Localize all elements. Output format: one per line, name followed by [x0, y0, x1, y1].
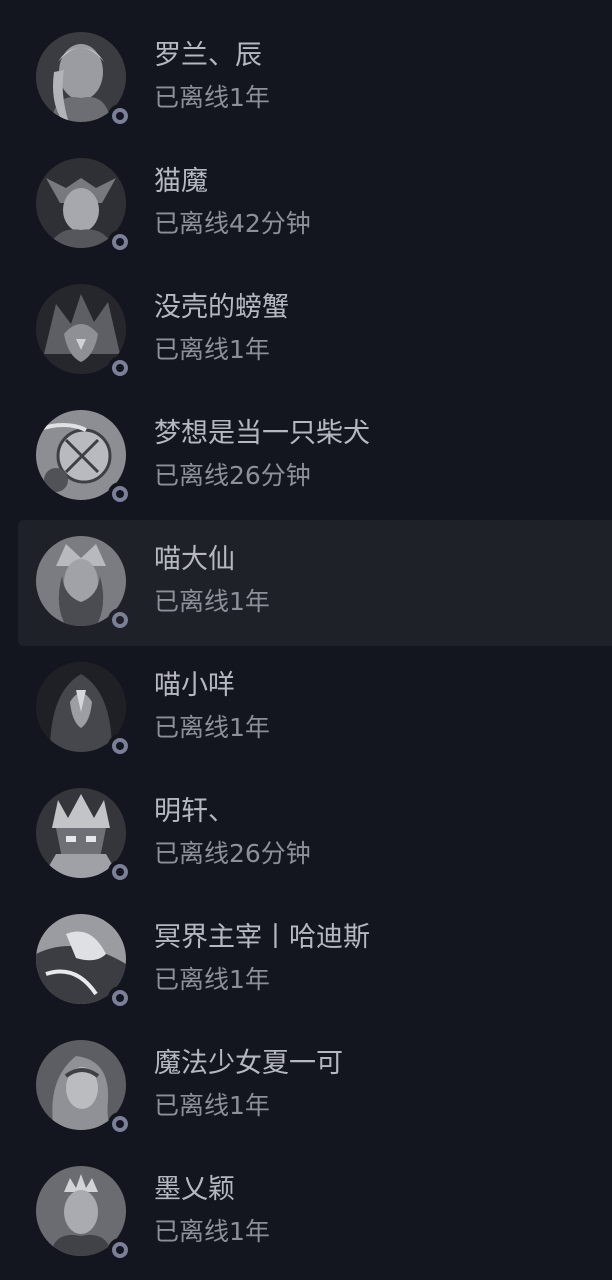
- avatar[interactable]: [36, 158, 132, 254]
- offline-status-icon: [108, 608, 132, 632]
- friend-name: 罗兰、辰: [154, 40, 262, 71]
- avatar[interactable]: [36, 1040, 132, 1136]
- friend-row-7[interactable]: 明轩、 已离线26分钟: [0, 772, 612, 898]
- friend-list: 罗兰、辰 已离线1年 猫魔 已离线42分钟 没壳的螃蟹 已离线1年 梦想是当一只…: [0, 0, 612, 1280]
- friend-name: 没壳的螃蟹: [154, 292, 289, 323]
- friend-status: 已离线42分钟: [154, 209, 311, 238]
- friend-status: 已离线1年: [154, 83, 270, 112]
- friend-status: 已离线1年: [154, 1091, 270, 1120]
- avatar[interactable]: [36, 788, 132, 884]
- offline-status-icon: [108, 734, 132, 758]
- friend-status: 已离线26分钟: [154, 461, 311, 490]
- offline-status-icon: [108, 1112, 132, 1136]
- avatar[interactable]: [36, 32, 132, 128]
- friend-name: 魔法少女夏一可: [154, 1048, 343, 1079]
- offline-status-icon: [108, 986, 132, 1010]
- friend-name: 明轩、: [154, 796, 235, 827]
- friend-row-2[interactable]: 猫魔 已离线42分钟: [0, 142, 612, 268]
- avatar[interactable]: [36, 914, 132, 1010]
- offline-status-icon: [108, 482, 132, 506]
- friend-status: 已离线1年: [154, 965, 270, 994]
- offline-status-icon: [108, 860, 132, 884]
- friend-name: 喵大仙: [154, 544, 235, 575]
- friend-row-1[interactable]: 罗兰、辰 已离线1年: [0, 16, 612, 142]
- friend-status: 已离线1年: [154, 713, 270, 742]
- offline-status-icon: [108, 104, 132, 128]
- friend-status: 已离线1年: [154, 1217, 270, 1246]
- friend-row-6[interactable]: 喵小咩 已离线1年: [0, 646, 612, 772]
- avatar[interactable]: [36, 662, 132, 758]
- avatar[interactable]: [36, 536, 132, 632]
- friend-row-10[interactable]: 墨乂颖 已离线1年: [0, 1150, 612, 1276]
- offline-status-icon: [108, 1238, 132, 1262]
- friend-name: 冥界主宰丨哈迪斯: [154, 922, 370, 953]
- friend-name: 梦想是当一只柴犬: [154, 418, 370, 449]
- friend-row-3[interactable]: 没壳的螃蟹 已离线1年: [0, 268, 612, 394]
- avatar[interactable]: [36, 1166, 132, 1262]
- avatar[interactable]: [36, 284, 132, 380]
- friend-status: 已离线26分钟: [154, 839, 311, 868]
- friend-name: 喵小咩: [154, 670, 235, 701]
- friend-status: 已离线1年: [154, 587, 270, 616]
- friend-row-5-selected[interactable]: 喵大仙 已离线1年: [18, 520, 612, 646]
- friend-row-8[interactable]: 冥界主宰丨哈迪斯 已离线1年: [0, 898, 612, 1024]
- friend-status: 已离线1年: [154, 335, 270, 364]
- offline-status-icon: [108, 356, 132, 380]
- offline-status-icon: [108, 230, 132, 254]
- friend-row-4[interactable]: 梦想是当一只柴犬 已离线26分钟: [0, 394, 612, 520]
- friend-name: 墨乂颖: [154, 1174, 235, 1205]
- friend-row-9[interactable]: 魔法少女夏一可 已离线1年: [0, 1024, 612, 1150]
- friend-name: 猫魔: [154, 166, 208, 197]
- avatar[interactable]: [36, 410, 132, 506]
